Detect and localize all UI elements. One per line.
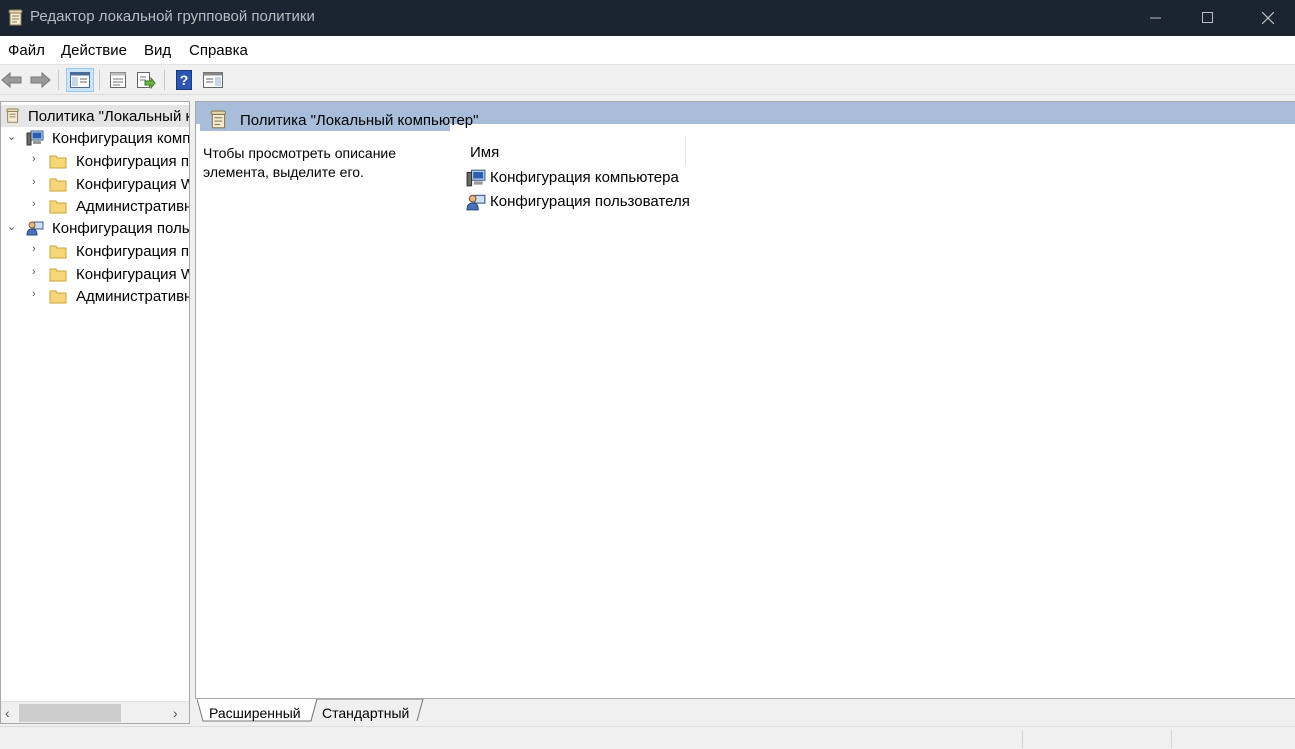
status-separator	[1171, 730, 1172, 748]
tree-item-computer-config[interactable]: ⌄ Конфигурация компьютера	[1, 127, 190, 149]
toolbar-separator	[164, 70, 165, 90]
show-hide-console-tree-icon	[70, 72, 90, 88]
details-header-title: Политика "Локальный компьютер"	[240, 112, 479, 129]
chevron-right-icon[interactable]: ›	[32, 243, 44, 257]
export-list-icon	[137, 72, 156, 89]
folder-icon	[49, 200, 67, 214]
policy-scroll-icon	[210, 110, 227, 129]
view-tabs: Расширенный Стандартный	[195, 699, 1295, 724]
tree-item-root[interactable]: Политика "Локальный компьютер"	[1, 105, 189, 127]
minimize-icon	[1150, 17, 1161, 19]
description-text: Чтобы просмотреть описание элемента, выд…	[203, 145, 397, 180]
tree-item-label: Политика "Локальный компьютер"	[28, 108, 189, 125]
chevron-right-icon[interactable]: ›	[32, 288, 44, 302]
tree-item-label: Конфигурация Windows	[76, 266, 189, 283]
show-hide-action-pane-icon	[203, 72, 223, 88]
column-header-name[interactable]: Имя	[464, 136, 686, 166]
tree-item-label: Конфигурация компьютера	[52, 130, 190, 147]
details-pane: Политика "Локальный компьютер" Чтобы про…	[195, 101, 1295, 699]
user-icon	[466, 194, 486, 211]
tree-item-label: Конфигурация пользователя	[52, 220, 190, 237]
close-icon	[1262, 12, 1274, 24]
export-list-button[interactable]	[134, 68, 158, 92]
list-item-user-config[interactable]: Конфигурация пользователя	[466, 191, 706, 213]
tree-item-user-windows[interactable]: › Конфигурация Windows	[1, 263, 189, 285]
column-header-label: Имя	[470, 144, 500, 161]
chevron-down-icon[interactable]: ⌄	[7, 130, 19, 144]
tree-item-label: Конфигурация программ	[76, 153, 189, 170]
forward-button[interactable]	[28, 68, 52, 92]
tree-item-label: Конфигурация Windows	[76, 176, 189, 193]
folder-icon	[49, 155, 67, 169]
policy-scroll-icon	[8, 9, 23, 26]
maximize-icon	[1202, 12, 1213, 23]
tree-item-label: Административные шаблоны	[76, 288, 189, 305]
folder-icon	[49, 268, 67, 282]
svg-text:?: ?	[180, 72, 189, 88]
tab-standard-label: Стандартный	[322, 705, 410, 721]
menu-action[interactable]: Действие	[61, 42, 127, 59]
policy-scroll-icon	[6, 108, 19, 123]
tab-extended[interactable]: Расширенный	[197, 699, 318, 723]
maximize-button[interactable]	[1185, 0, 1231, 36]
minimize-button[interactable]	[1133, 0, 1179, 36]
title-bar: Редактор локальной групповой политики	[0, 0, 1295, 36]
tree-item-user-software[interactable]: › Конфигурация программ	[1, 240, 189, 262]
toolbar-separator	[99, 70, 100, 90]
properties-icon	[110, 72, 126, 88]
menu-help[interactable]: Справка	[189, 42, 248, 59]
computer-icon	[466, 169, 486, 187]
help-icon: ?	[176, 70, 192, 90]
toolbar: ?	[0, 65, 1295, 95]
menu-view[interactable]: Вид	[144, 42, 171, 59]
folder-icon	[49, 290, 67, 304]
tree-item-label: Административные шаблоны	[76, 198, 189, 215]
folder-icon	[49, 178, 67, 192]
menu-bar: Файл Действие Вид Справка	[0, 36, 1295, 65]
back-button[interactable]	[0, 68, 24, 92]
tree-item-user-config[interactable]: ⌄ Конфигурация пользователя	[1, 217, 190, 239]
list-item-computer-config[interactable]: Конфигурация компьютера	[466, 167, 706, 189]
chevron-down-icon[interactable]: ⌄	[7, 220, 19, 234]
chevron-right-icon[interactable]: ›	[32, 176, 44, 190]
window-title: Редактор локальной групповой политики	[30, 8, 315, 25]
scroll-right-icon[interactable]: ›	[173, 705, 178, 721]
tree-item-label: Конфигурация программ	[76, 243, 189, 260]
scroll-left-icon[interactable]: ‹	[5, 705, 10, 721]
tab-standard[interactable]: Стандартный	[311, 699, 424, 723]
tree-item-user-admin-templates[interactable]: › Административные шаблоны	[1, 285, 189, 307]
computer-icon	[26, 130, 44, 146]
folder-icon	[49, 245, 67, 259]
help-button[interactable]: ?	[172, 68, 196, 92]
list-item-label: Конфигурация компьютера	[490, 169, 679, 186]
tree-item-computer-software[interactable]: › Конфигурация программ	[1, 150, 189, 172]
close-button[interactable]	[1245, 0, 1291, 36]
chevron-right-icon[interactable]: ›	[32, 198, 44, 212]
toolbar-separator	[58, 70, 59, 90]
properties-button[interactable]	[106, 68, 130, 92]
menu-file[interactable]: Файл	[8, 42, 45, 59]
scrollbar-thumb[interactable]	[19, 704, 121, 722]
chevron-right-icon[interactable]: ›	[32, 266, 44, 280]
status-separator	[1022, 730, 1023, 748]
list-item-label: Конфигурация пользователя	[490, 193, 690, 210]
tree-item-computer-admin-templates[interactable]: › Административные шаблоны	[1, 195, 189, 217]
tab-extended-label: Расширенный	[209, 705, 301, 721]
user-icon	[26, 221, 44, 236]
chevron-right-icon[interactable]: ›	[32, 153, 44, 167]
horizontal-scrollbar[interactable]: ‹ ›	[1, 701, 189, 723]
back-arrow-icon	[1, 71, 22, 89]
tree-item-computer-windows[interactable]: › Конфигурация Windows	[1, 173, 189, 195]
status-bar	[0, 726, 1295, 749]
show-hide-console-tree-button[interactable]	[66, 68, 94, 92]
show-hide-action-pane-button[interactable]	[201, 68, 225, 92]
column-separator[interactable]	[685, 136, 686, 166]
console-tree[interactable]: Политика "Локальный компьютер" ⌄ Конфигу…	[0, 101, 190, 724]
forward-arrow-icon	[30, 71, 51, 89]
